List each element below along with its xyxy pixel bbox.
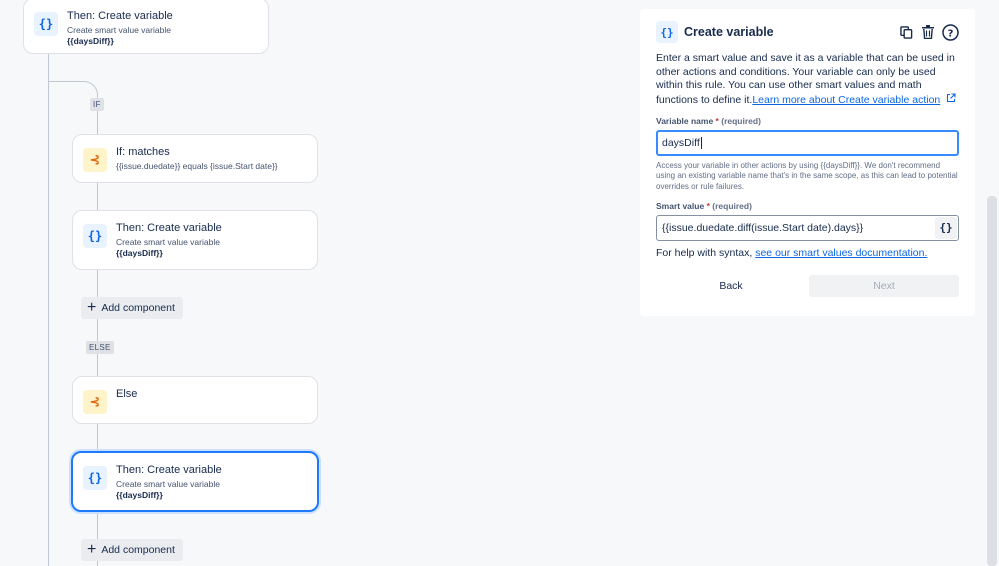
variable-help-text: Access your variable in other actions by… (656, 160, 958, 191)
panel-description: Enter a smart value and save it as a var… (656, 52, 959, 108)
panel-header: {} Create variable ? (656, 21, 959, 43)
plus-icon: + (87, 299, 97, 316)
card-subtitle: {{issue.duedate}} equals {issue.Start da… (116, 161, 278, 171)
if-tag: IF (90, 98, 104, 111)
required-asterisk: * (715, 115, 719, 126)
add-component-button[interactable]: + Add component (81, 539, 183, 561)
panel-title: Create variable (684, 25, 774, 39)
add-component-label: Add component (101, 544, 175, 556)
card-subtitle: Create smart value variable (116, 479, 220, 489)
else-tag: ELSE (86, 341, 114, 354)
variable-name-value: daysDiff (662, 136, 700, 149)
back-button[interactable]: Back (656, 275, 806, 297)
required-asterisk: * (706, 200, 710, 211)
card-title: Then: Create variable (116, 464, 222, 476)
smart-value-picker-icon[interactable]: {} (935, 216, 957, 239)
create-variable-panel: {} Create variable ? Enter a smart value… (640, 9, 975, 316)
card-title: Else (116, 388, 138, 400)
external-link-icon (947, 93, 956, 103)
syntax-help-prefix: For help with syntax, (656, 246, 753, 259)
card-variable: {{daysDiff}} (116, 490, 163, 500)
svg-text:?: ? (947, 28, 953, 39)
help-icon[interactable]: ? (941, 23, 959, 41)
add-component-label: Add component (101, 302, 175, 314)
variable-name-label: Variable name * (required) (656, 116, 959, 126)
variable-name-input[interactable]: daysDiff (656, 129, 959, 156)
required-text: (required) (712, 200, 752, 211)
panel-actions: Back Next (656, 274, 959, 297)
smart-value-text: {{issue.duedate.diff(issue.Start date).d… (662, 221, 864, 234)
plus-icon: + (87, 541, 97, 558)
learn-more-link[interactable]: Learn more about Create variable action (752, 94, 940, 106)
card-subtitle: Create smart value variable (116, 237, 220, 247)
add-component-button[interactable]: + Add component (81, 297, 183, 319)
curly-braces-icon: {} (83, 466, 107, 490)
branch-icon: ⊰ (83, 390, 107, 414)
syntax-help: For help with syntax, see our smart valu… (656, 247, 959, 259)
main-connector (48, 54, 49, 566)
next-button[interactable]: Next (809, 274, 959, 297)
card-variable: {{daysDiff}} (67, 36, 114, 46)
card-subtitle: Create smart value variable (67, 25, 171, 35)
card-title: Then: Create variable (67, 10, 173, 22)
if-matches-card[interactable]: ⊰ If: matches {{issue.duedate}} equals {… (72, 134, 318, 183)
copy-icon[interactable] (897, 23, 915, 41)
else-card[interactable]: ⊰ Else (72, 376, 318, 424)
then-create-variable-card[interactable]: {} Then: Create variable Create smart va… (72, 210, 318, 270)
smart-value-label-text: Smart value (656, 200, 705, 211)
smart-value-label: Smart value * (required) (656, 201, 959, 211)
card-variable: {{daysDiff}} (116, 248, 163, 258)
variable-name-label-text: Variable name (656, 115, 714, 126)
curly-braces-icon: {} (34, 12, 58, 36)
card-title: If: matches (116, 146, 170, 158)
curly-braces-icon: {} (83, 224, 107, 248)
branch-icon: ⊰ (83, 148, 107, 172)
smart-value-input[interactable]: {{issue.duedate.diff(issue.Start date).d… (656, 214, 959, 241)
trash-icon[interactable] (919, 23, 937, 41)
required-text: (required) (721, 115, 761, 126)
top-create-variable-card[interactable]: {} Then: Create variable Create smart va… (23, 0, 269, 54)
selected-create-variable-card[interactable]: {} Then: Create variable Create smart va… (71, 451, 319, 512)
scrollbar[interactable] (987, 196, 997, 566)
smart-values-docs-link[interactable]: see our smart values documentation. (755, 247, 927, 259)
text-caret (700, 136, 702, 149)
card-title: Then: Create variable (116, 222, 222, 234)
rule-canvas: {} Then: Create variable Create smart va… (0, 0, 640, 566)
curly-braces-icon: {} (656, 21, 678, 43)
